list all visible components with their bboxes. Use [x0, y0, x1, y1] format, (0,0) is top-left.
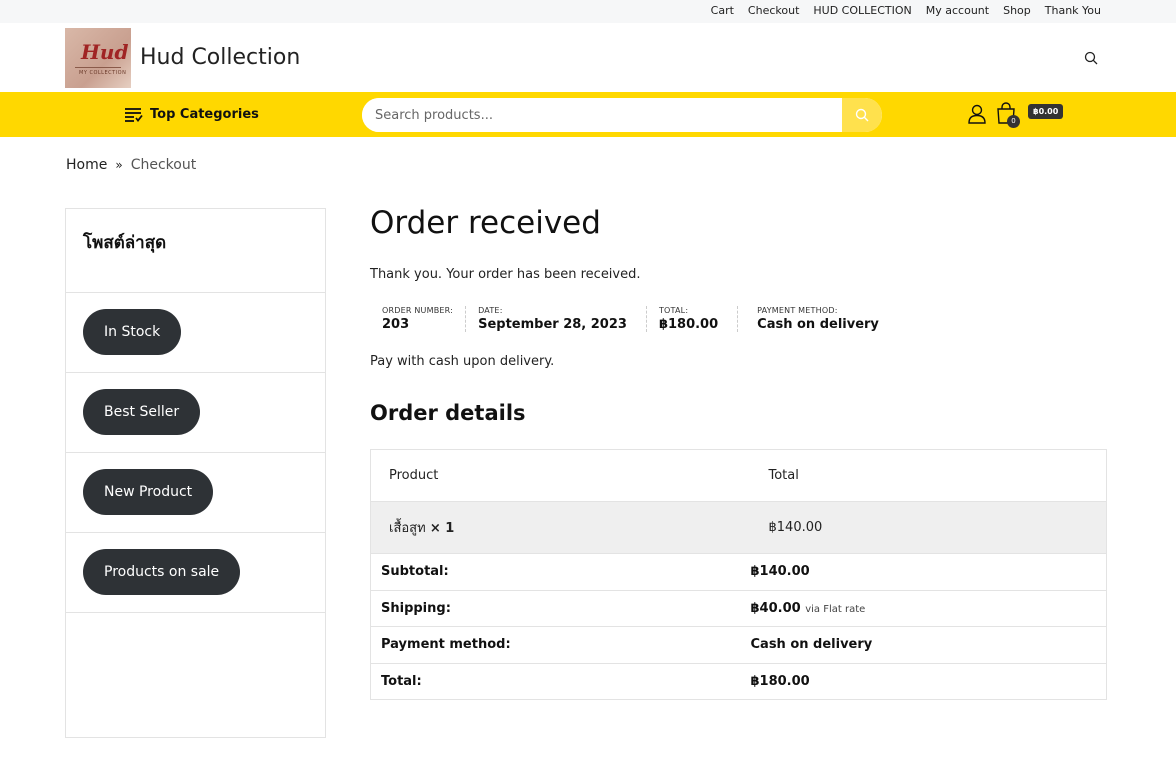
- order-item-product: เสื้อสูท × 1: [370, 501, 751, 554]
- column-header-total: Total: [750, 449, 1107, 502]
- top-link-checkout[interactable]: Checkout: [748, 4, 799, 17]
- order-details-table: Product Total เสื้อสูท × 1 ฿140.00 Subto…: [370, 449, 1107, 700]
- menu-list-icon: [125, 108, 143, 122]
- order-date-value: September 28, 2023: [478, 317, 627, 332]
- payment-method-row-value: Cash on delivery: [750, 626, 1107, 664]
- order-total-label: TOTAL:: [658, 306, 689, 315]
- shipping-cell: ฿40.00 via Flat rate: [750, 590, 1107, 627]
- order-received-content: Order received Thank you. Your order has…: [370, 205, 1107, 700]
- site-name[interactable]: Hud Collection: [140, 45, 300, 70]
- search-submit-button[interactable]: [842, 98, 882, 132]
- order-item-name[interactable]: เสื้อสูท: [389, 521, 426, 536]
- product-search: [362, 98, 882, 132]
- order-total-value: ฿180.00: [658, 317, 719, 332]
- top-link-my-account[interactable]: My account: [926, 4, 989, 17]
- subtotal-value: ฿140.00: [750, 553, 1107, 591]
- cart-count-badge: 0: [1007, 115, 1020, 128]
- top-link-hud-collection[interactable]: HUD COLLECTION: [813, 4, 911, 17]
- page-title: Order received: [370, 205, 601, 241]
- table-header-row: Product Total: [370, 449, 1107, 502]
- payment-method-label: PAYMENT METHOD:: [757, 306, 838, 315]
- subtotal-label: Subtotal:: [370, 553, 751, 591]
- top-link-shop[interactable]: Shop: [1003, 4, 1031, 17]
- breadcrumb-separator: »: [115, 158, 123, 172]
- thank-you-message: Thank you. Your order has been received.: [370, 267, 641, 282]
- sidebar-link-new-product[interactable]: New Product: [83, 469, 214, 515]
- order-number: ORDER NUMBER: 203: [370, 306, 467, 332]
- top-nav: Cart Checkout HUD COLLECTION My account …: [711, 4, 1101, 17]
- order-item-total: ฿140.00: [750, 501, 1107, 554]
- breadcrumb-home[interactable]: Home: [66, 157, 107, 173]
- order-details-title: Order details: [370, 401, 526, 425]
- top-link-thank-you[interactable]: Thank You: [1045, 4, 1101, 17]
- user-icon[interactable]: [967, 104, 987, 124]
- table-row: Total: ฿180.00: [370, 663, 1107, 700]
- sidebar: โพสต์ล่าสุด In Stock Best Seller New Pro…: [65, 208, 326, 738]
- top-categories-label: Top Categories: [150, 106, 259, 122]
- order-date-label: DATE:: [478, 306, 503, 315]
- sidebar-link-products-on-sale[interactable]: Products on sale: [83, 549, 241, 595]
- order-number-label: ORDER NUMBER:: [382, 306, 454, 315]
- breadcrumb-current: Checkout: [130, 157, 197, 173]
- sidebar-item: Best Seller: [66, 373, 325, 453]
- breadcrumb: Home » Checkout: [66, 157, 196, 173]
- logo-divider: [75, 67, 121, 68]
- table-row: Shipping: ฿40.00 via Flat rate: [370, 590, 1107, 627]
- search-icon[interactable]: [1084, 51, 1098, 65]
- sidebar-item: Products on sale: [66, 533, 325, 613]
- sidebar-title: โพสต์ล่าสุด: [66, 209, 325, 293]
- cart-amount-badge[interactable]: ฿0.00: [1028, 104, 1064, 119]
- logo-text: Hud: [81, 40, 129, 64]
- main-navbar: Top Categories 0 ฿0.00: [0, 92, 1176, 137]
- order-number-value: 203: [382, 317, 410, 332]
- table-row: Payment method: Cash on delivery: [370, 626, 1107, 664]
- site-header: Hud MY COLLECTION Hud Collection: [0, 23, 1176, 92]
- search-icon: [855, 108, 869, 122]
- order-date: DATE: September 28, 2023: [466, 306, 647, 332]
- sidebar-link-best-seller[interactable]: Best Seller: [83, 389, 201, 435]
- search-input[interactable]: [362, 98, 842, 132]
- shipping-method: via Flat rate: [805, 603, 866, 615]
- top-categories-button[interactable]: Top Categories: [124, 106, 259, 122]
- top-link-cart[interactable]: Cart: [711, 4, 734, 17]
- table-row: Subtotal: ฿140.00: [370, 553, 1107, 591]
- column-header-product: Product: [370, 449, 751, 502]
- sidebar-item: New Product: [66, 453, 325, 533]
- sidebar-item: In Stock: [66, 293, 325, 373]
- logo-subtext: MY COLLECTION: [79, 70, 127, 76]
- order-total: TOTAL: ฿180.00: [647, 306, 739, 332]
- order-item-quantity: × 1: [429, 521, 455, 536]
- shipping-value: ฿40.00: [750, 600, 801, 616]
- order-overview: ORDER NUMBER: 203 DATE: September 28, 20…: [370, 306, 1107, 332]
- payment-note: Pay with cash upon delivery.: [370, 354, 555, 369]
- site-logo[interactable]: Hud MY COLLECTION: [65, 28, 131, 88]
- table-row: เสื้อสูท × 1 ฿140.00: [370, 501, 1107, 554]
- total-value: ฿180.00: [750, 663, 1107, 700]
- top-bar: Cart Checkout HUD COLLECTION My account …: [0, 0, 1176, 23]
- payment-method-value: Cash on delivery: [757, 317, 879, 332]
- shipping-label: Shipping:: [370, 590, 751, 627]
- total-label: Total:: [370, 663, 751, 700]
- payment-method-row-label: Payment method:: [370, 626, 751, 664]
- order-payment-method: PAYMENT METHOD: Cash on delivery: [738, 306, 891, 332]
- sidebar-link-in-stock[interactable]: In Stock: [83, 309, 182, 355]
